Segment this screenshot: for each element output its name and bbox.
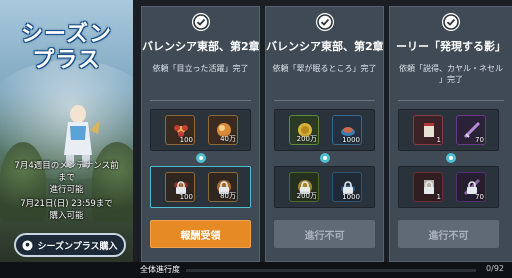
- reward-count: 200万: [296, 192, 317, 200]
- card-request-line2: 」完了: [439, 75, 463, 84]
- plus-reward-row: 1 70: [398, 166, 499, 208]
- reward-connector-icon: [446, 153, 456, 163]
- reward-count: 40万: [220, 135, 236, 143]
- banner-title: シーズン プラス: [0, 22, 133, 74]
- quest-card-3: ーリー「発現する影」 依頼「説得、カヤル・ネセル 」完了 1 70 1 70 進…: [389, 6, 512, 262]
- reward-slot-locked[interactable]: 70: [456, 172, 486, 202]
- quest-card-1: バレンシア東部、第2章 依頼「目立った活躍」完了 100 40万 100 80万…: [141, 6, 260, 262]
- reward-slot[interactable]: 40万: [208, 115, 238, 145]
- lock-icon: [424, 181, 434, 194]
- overall-progress-bar: 全体進行度 0/92: [0, 262, 512, 278]
- card-chapter-title: バレンシア東部、第2章: [266, 40, 383, 53]
- progress-value: 0/92: [486, 264, 504, 273]
- reward-slot-locked[interactable]: 1: [413, 172, 443, 202]
- plus-reward-row: 100 80万: [150, 166, 251, 208]
- card-request-line1: 依頼「翠が眠るところ」完了: [272, 64, 377, 73]
- banner-title-line1: シーズン: [21, 22, 112, 47]
- reward-slot[interactable]: 1: [413, 115, 443, 145]
- card-chapter-title: ーリー「発現する影」: [396, 40, 506, 53]
- reward-slot-locked[interactable]: 1000: [332, 172, 362, 202]
- reward-count: 100: [179, 193, 193, 201]
- free-reward-row: 200万 1000: [274, 109, 375, 151]
- divider: [398, 100, 504, 101]
- reward-slot[interactable]: 200万: [289, 115, 319, 145]
- reward-slot-locked[interactable]: 200万: [289, 172, 319, 202]
- free-reward-row: 1 70: [398, 109, 499, 151]
- reward-connector-icon: [319, 153, 330, 163]
- reward-count: 100: [179, 136, 193, 144]
- free-reward-row: 100 40万: [150, 109, 251, 151]
- unavailable-button[interactable]: 進行不可: [398, 220, 499, 248]
- buy-button-label: シーズンプラス購入: [37, 241, 118, 252]
- reward-count: 80万: [220, 192, 236, 200]
- progress-track: [186, 269, 476, 272]
- card-chapter-title: バレンシア東部、第2章: [142, 40, 259, 53]
- reward-slot[interactable]: 1000: [332, 115, 362, 145]
- location-pin-icon: [22, 239, 33, 251]
- season-plus-banner: シーズン プラス 7月4週目のメンテナンス前 まで 進行可能 7月21日(日) …: [0, 0, 133, 262]
- unavailable-button[interactable]: 進行不可: [274, 220, 375, 248]
- scroll-icon: [424, 123, 434, 137]
- reward-slot-locked[interactable]: 100: [165, 172, 195, 202]
- reward-count: 1: [436, 136, 441, 144]
- reward-slot[interactable]: 70: [456, 115, 486, 145]
- card-request-text: 依頼「説得、カヤル・ネセル 」完了: [390, 63, 512, 85]
- banner-note-2: まで: [57, 173, 75, 183]
- card-request-line1: 依頼「目立った活躍」完了: [152, 64, 249, 73]
- reward-count: 200万: [296, 135, 317, 143]
- reward-slot[interactable]: 100: [165, 115, 195, 145]
- check-icon: [315, 13, 334, 31]
- check-icon: [442, 13, 460, 31]
- banner-note-1: 7月4週目のメンテナンス前: [14, 161, 119, 171]
- season-plus-buy-button[interactable]: シーズンプラス購入: [14, 233, 126, 257]
- divider: [274, 100, 375, 101]
- banner-note-4: 7月21日(日) 23:59まで: [20, 199, 113, 209]
- claim-reward-button[interactable]: 報酬受領: [150, 220, 251, 248]
- banner-note-3: 進行可能: [49, 185, 84, 195]
- quest-card-2: バレンシア東部、第2章 依頼「翠が眠るところ」完了 200万 1000 200万…: [265, 6, 384, 262]
- banner-title-line2: プラス: [32, 48, 101, 73]
- reward-slot-locked[interactable]: 80万: [208, 172, 238, 202]
- card-request-text: 依頼「翠が眠るところ」完了: [266, 63, 383, 74]
- reward-count: 1000: [342, 136, 360, 144]
- card-request-text: 依頼「目立った活躍」完了: [142, 63, 259, 74]
- check-icon: [191, 13, 210, 31]
- card-request-line1: 依頼「説得、カヤル・ネセル: [399, 64, 503, 73]
- reward-count: 1: [436, 193, 441, 201]
- banner-note-5: 購入可能: [49, 211, 84, 221]
- progress-label: 全体進行度: [140, 265, 180, 274]
- plus-reward-row: 200万 1000: [274, 166, 375, 208]
- reward-connector-icon: [195, 153, 206, 163]
- reward-count: 70: [475, 193, 484, 201]
- divider: [150, 100, 251, 101]
- reward-count: 1000: [342, 193, 360, 201]
- reward-count: 70: [475, 136, 484, 144]
